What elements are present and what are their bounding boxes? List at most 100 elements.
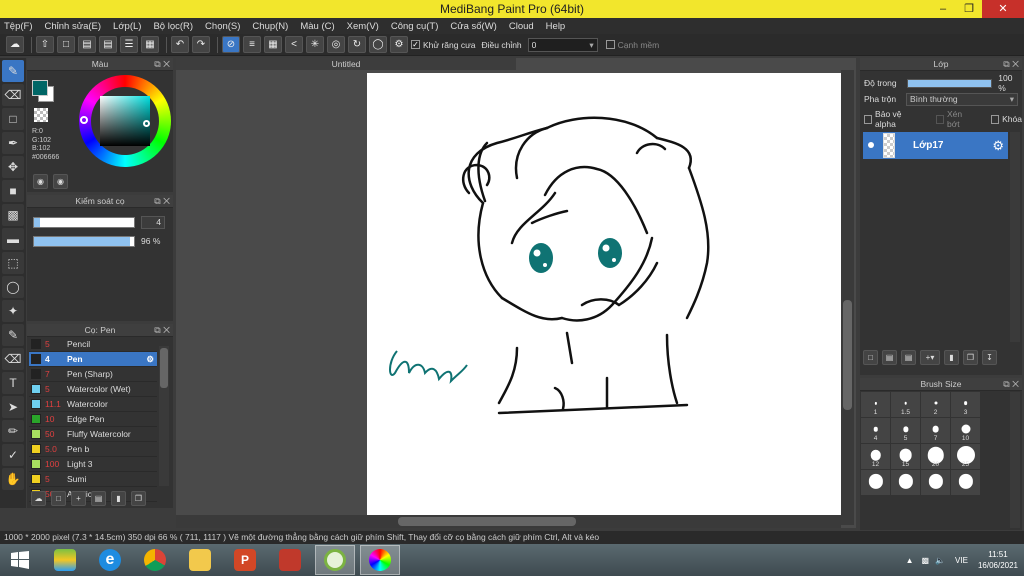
- clock[interactable]: 11:51 16/06/2021: [978, 549, 1018, 571]
- blend-mode-dropdown[interactable]: Bình thường: [906, 92, 1018, 106]
- menu-select[interactable]: Chọn(S): [205, 21, 240, 32]
- brush-size-cell[interactable]: 3: [951, 392, 980, 417]
- menu-layer[interactable]: Lớp(L): [113, 21, 141, 32]
- eyedropper-tool-icon[interactable]: ✓: [2, 444, 24, 466]
- menu-view[interactable]: Xem(V): [347, 21, 379, 32]
- protect-alpha-checkbox[interactable]: [864, 114, 873, 124]
- internet-explorer-icon[interactable]: e: [90, 545, 130, 575]
- select-pen-icon[interactable]: ✎: [2, 324, 24, 346]
- brush-item[interactable]: 7 Pen (Sharp): [29, 367, 157, 382]
- brush-size-cell[interactable]: 25: [951, 444, 980, 469]
- brush-size-cell[interactable]: [861, 470, 890, 495]
- gradient-tool-icon[interactable]: ▬: [2, 228, 24, 250]
- magic-wand-icon[interactable]: ✦: [2, 300, 24, 322]
- brush-item[interactable]: 5 Watercolor (Wet): [29, 382, 157, 397]
- panel-close-icon[interactable]: ⧉ ✕: [154, 58, 170, 71]
- brush-size-cell[interactable]: 20: [921, 444, 950, 469]
- move-tool-icon[interactable]: ✥: [2, 156, 24, 178]
- adjust-dropdown[interactable]: 0: [527, 37, 598, 52]
- brush-size-cell[interactable]: [891, 470, 920, 495]
- rectangle-tool-icon[interactable]: □: [2, 108, 24, 130]
- document-tab[interactable]: Untitled: [176, 58, 516, 70]
- menu-help[interactable]: Help: [546, 21, 566, 32]
- list-icon[interactable]: ☰: [120, 36, 138, 53]
- panel-close-icon[interactable]: ⧉ ✕: [1003, 378, 1019, 391]
- brush-size-cell[interactable]: 2: [921, 392, 950, 417]
- color-wheel[interactable]: [79, 75, 171, 167]
- add-layer-dropdown-icon[interactable]: +▾: [920, 350, 940, 365]
- color-marker[interactable]: [143, 120, 150, 127]
- chrome-icon[interactable]: [135, 545, 175, 575]
- operation-tool-icon[interactable]: ➤: [2, 396, 24, 418]
- network-app-icon[interactable]: [270, 545, 310, 575]
- brush-size-cell[interactable]: 4: [861, 418, 890, 443]
- brush-size-cell[interactable]: 12: [861, 444, 890, 469]
- new-layer-icon[interactable]: □: [863, 350, 878, 365]
- vertical-scrollbar[interactable]: [841, 70, 854, 525]
- comment-icon[interactable]: □: [57, 36, 75, 53]
- brush-item[interactable]: 5 Pencil: [29, 337, 157, 352]
- layer-opacity-slider[interactable]: [907, 78, 993, 88]
- duplicate-icon[interactable]: ❐: [131, 490, 146, 506]
- brush-list-scrollbar[interactable]: [159, 346, 169, 486]
- new-8bit-layer-icon[interactable]: ▤: [901, 350, 916, 365]
- grid-icon[interactable]: ▦: [141, 36, 159, 53]
- menu-window[interactable]: Cửa số(W): [450, 21, 496, 32]
- minimize-button[interactable]: –: [930, 0, 956, 18]
- panel-close-icon[interactable]: ⧉ ✕: [154, 195, 170, 208]
- menu-tools[interactable]: Công cụ(T): [391, 21, 439, 32]
- brush-size-value[interactable]: 4: [141, 216, 165, 229]
- panel-close-icon[interactable]: ⧉ ✕: [1003, 58, 1019, 71]
- firealpaca-icon[interactable]: [315, 545, 355, 575]
- brush-tool-icon[interactable]: ✎: [2, 60, 24, 82]
- antialias-checkbox[interactable]: ✓: [411, 40, 420, 49]
- brush-size-cell[interactable]: [921, 470, 950, 495]
- angle-snap-icon[interactable]: <: [285, 36, 303, 53]
- brush-item[interactable]: 5 Sumi: [29, 472, 157, 487]
- brush-size-slider[interactable]: [33, 217, 135, 228]
- menu-cloud[interactable]: Cloud: [509, 21, 534, 32]
- menu-color[interactable]: Màu (C): [300, 21, 334, 32]
- radial-snap-icon[interactable]: ✳: [306, 36, 324, 53]
- grid-snap-icon[interactable]: ▦: [264, 36, 282, 53]
- menu-snap[interactable]: Chụp(N): [252, 21, 288, 32]
- brush-item[interactable]: 5.0 Pen b: [29, 442, 157, 457]
- brush-item[interactable]: 100 Light 3: [29, 457, 157, 472]
- parallel-snap-icon[interactable]: ≡: [243, 36, 261, 53]
- brush-size-cell[interactable]: 1.5: [891, 392, 920, 417]
- menu-file[interactable]: Tệp(F): [4, 21, 33, 32]
- layer-item[interactable]: Lớp17 ⚙: [863, 132, 1008, 159]
- new-brush-icon[interactable]: □: [51, 490, 66, 506]
- gear-icon[interactable]: ⚙: [992, 138, 1004, 154]
- brush-item[interactable]: 50 Fluffy Watercolor: [29, 427, 157, 442]
- palette-icon[interactable]: ◉: [33, 174, 48, 189]
- hand-tool-icon[interactable]: ✋: [2, 468, 24, 490]
- pen-tool-icon[interactable]: ✒: [2, 132, 24, 154]
- horizontal-scrollbar[interactable]: [176, 515, 841, 528]
- lock-checkbox[interactable]: [991, 114, 1000, 124]
- brush-size-cell[interactable]: 7: [921, 418, 950, 443]
- brush-item[interactable]: 11.1 Watercolor: [29, 397, 157, 412]
- document-icon[interactable]: ▤: [99, 36, 117, 53]
- settings-icon[interactable]: ⚙: [390, 36, 408, 53]
- snap-off-icon[interactable]: ⊘: [222, 36, 240, 53]
- redo-icon[interactable]: ↷: [192, 36, 210, 53]
- file-explorer-icon[interactable]: [180, 545, 220, 575]
- foreground-color-swatch[interactable]: [32, 80, 48, 96]
- brush-item[interactable]: 4 Pen ⚙: [29, 352, 157, 367]
- clipping-checkbox[interactable]: [935, 114, 944, 124]
- brush-opacity-slider[interactable]: [33, 236, 135, 247]
- divide-tool-icon[interactable]: ✏: [2, 420, 24, 442]
- duplicate-layer-icon[interactable]: ❐: [963, 350, 978, 365]
- cloud-brush-icon[interactable]: ☁: [31, 490, 46, 506]
- network-icon[interactable]: ▩: [922, 556, 930, 565]
- medibang-taskbar-icon[interactable]: [360, 545, 400, 575]
- folder-icon[interactable]: ▮: [944, 350, 959, 365]
- layer-scrollbar[interactable]: [1010, 132, 1020, 342]
- brush-size-cell[interactable]: 15: [891, 444, 920, 469]
- bluestacks-icon[interactable]: [45, 545, 85, 575]
- undo-icon[interactable]: ↶: [171, 36, 189, 53]
- visibility-icon[interactable]: [868, 142, 874, 148]
- circle-snap-icon[interactable]: ◎: [327, 36, 345, 53]
- bucket-tool-icon[interactable]: ▩: [2, 204, 24, 226]
